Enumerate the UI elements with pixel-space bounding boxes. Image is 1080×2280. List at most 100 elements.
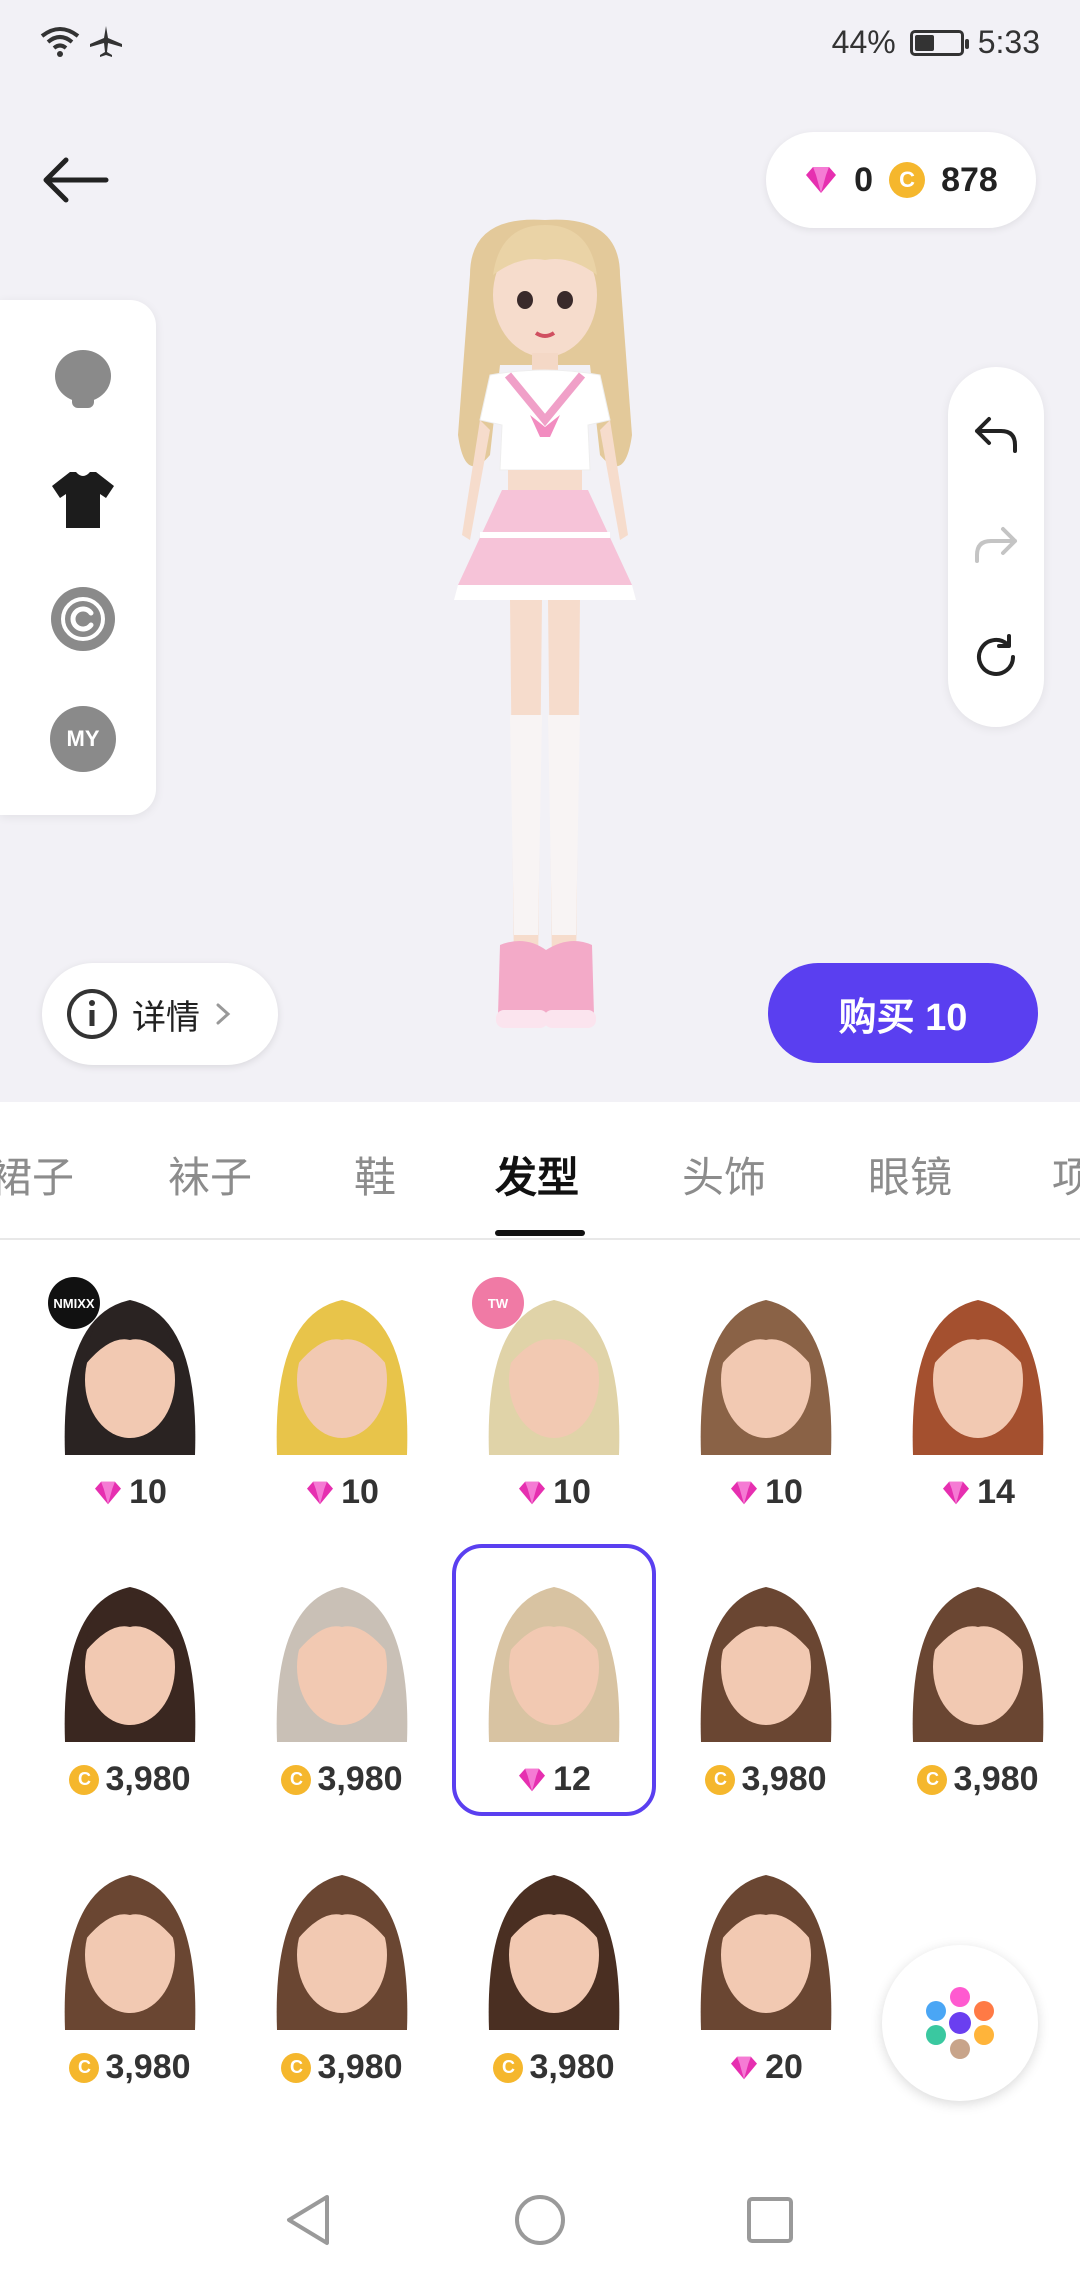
nav-home-button[interactable] xyxy=(510,2190,570,2250)
hair-item[interactable]: 14 xyxy=(878,1275,1078,1535)
clock: 5:33 xyxy=(977,24,1040,60)
price-value: 3,980 xyxy=(317,2048,403,2086)
hairstyle-thumbnail xyxy=(700,1587,832,1742)
redo-icon xyxy=(975,527,1017,563)
hair-item[interactable]: C 3,980 xyxy=(30,1562,230,1822)
status-right: 44% 5:33 xyxy=(832,24,1040,61)
avatar-preview[interactable] xyxy=(410,215,680,1065)
gem-icon xyxy=(731,1481,758,1504)
hairstyle-thumbnail xyxy=(276,1587,408,1742)
item-price: C 3,980 xyxy=(30,1760,230,1799)
back-button[interactable] xyxy=(40,140,140,220)
face-icon xyxy=(55,350,111,408)
tab-more[interactable]: 项 xyxy=(1052,1144,1080,1205)
hairstyle-thumbnail xyxy=(912,1587,1044,1742)
undo-icon xyxy=(975,417,1017,453)
tab-skirt[interactable]: 裙子 xyxy=(0,1144,74,1205)
gem-icon xyxy=(307,1481,334,1504)
price-value: 3,980 xyxy=(741,1760,827,1798)
price-value: 10 xyxy=(341,1473,379,1511)
reset-button[interactable] xyxy=(966,627,1026,687)
airplane-icon xyxy=(90,26,123,57)
hair-item[interactable]: 10 xyxy=(666,1275,866,1535)
clothing-category-button[interactable] xyxy=(50,466,116,532)
hair-item[interactable]: TW 10 xyxy=(454,1275,654,1535)
redo-button[interactable] xyxy=(966,515,1026,575)
status-bar: 44% 5:33 xyxy=(0,0,1080,90)
brand-category-button[interactable] xyxy=(50,586,116,652)
hair-item[interactable]: C 3,980 xyxy=(242,1850,442,2110)
item-price: C 3,980 xyxy=(30,2048,230,2087)
triangle-back-icon xyxy=(287,2195,329,2245)
battery-fill xyxy=(914,34,935,51)
reset-icon xyxy=(977,634,1015,676)
details-button[interactable]: 详情 xyxy=(42,963,278,1065)
item-price: 14 xyxy=(878,1473,1078,1512)
history-panel xyxy=(948,367,1044,727)
tab-headwear[interactable]: 头饰 xyxy=(682,1144,766,1205)
item-price: C 3,980 xyxy=(666,1760,866,1799)
hair-item[interactable]: C 3,980 xyxy=(666,1562,866,1822)
price-value: 14 xyxy=(977,1473,1015,1511)
active-tab-indicator xyxy=(495,1230,585,1236)
buy-button[interactable]: 购买 10 xyxy=(768,963,1038,1063)
price-value: 3,980 xyxy=(953,1760,1039,1798)
hairstyle-thumbnail xyxy=(700,1875,832,2030)
square-recents-icon xyxy=(747,2197,793,2243)
tab-shoes[interactable]: 鞋 xyxy=(354,1144,396,1205)
price-value: 10 xyxy=(553,1473,591,1511)
gem-icon xyxy=(943,1481,970,1504)
tab-hairstyle[interactable]: 发型 xyxy=(495,1144,579,1205)
battery-icon xyxy=(909,29,969,56)
tab-glasses[interactable]: 眼镜 xyxy=(868,1144,952,1205)
hair-item[interactable]: C 3,980 xyxy=(30,1850,230,2110)
price-value: 10 xyxy=(765,1473,803,1511)
color-palette-button[interactable] xyxy=(882,1945,1038,2101)
nav-recents-button[interactable] xyxy=(740,2190,800,2250)
details-label: 详情 xyxy=(132,998,200,1037)
my-category-button[interactable]: MY xyxy=(50,706,116,772)
item-price: C 3,980 xyxy=(242,2048,442,2087)
undo-button[interactable] xyxy=(966,405,1026,465)
category-tabs: 裙子 袜子 鞋 发型 头饰 眼镜 项 xyxy=(0,1102,1080,1240)
price-value: 10 xyxy=(129,1473,167,1511)
gem-icon xyxy=(806,167,837,193)
brand-badge: TW xyxy=(472,1277,524,1329)
hairstyle-thumbnail xyxy=(64,1587,196,1742)
coin-icon: C xyxy=(705,1764,736,1795)
face-category-button[interactable] xyxy=(50,346,116,412)
hair-item[interactable]: 20 xyxy=(666,1850,866,2110)
gem-icon xyxy=(95,1481,122,1504)
price-value: 3,980 xyxy=(529,2048,615,2086)
gem-icon xyxy=(519,1481,546,1504)
hair-item[interactable]: NMIXX 10 xyxy=(30,1275,230,1535)
coin-icon: C xyxy=(493,2052,524,2083)
item-price: 10 xyxy=(30,1473,230,1512)
item-price: 10 xyxy=(242,1473,442,1512)
system-nav-bar xyxy=(0,2150,1080,2280)
copyright-icon xyxy=(51,587,115,651)
circle-home-icon xyxy=(515,2195,565,2245)
item-price: 12 xyxy=(454,1760,654,1799)
hair-item[interactable]: C 3,980 xyxy=(878,1562,1078,1822)
coin-icon: C xyxy=(281,1764,312,1795)
tab-socks[interactable]: 袜子 xyxy=(168,1144,252,1205)
price-value: 3,980 xyxy=(105,2048,191,2086)
status-left-icons xyxy=(40,24,124,66)
coin-icon: C xyxy=(917,1764,948,1795)
coin-icon: C xyxy=(281,2052,312,2083)
item-price: 10 xyxy=(666,1473,866,1512)
gem-icon xyxy=(731,2056,758,2079)
hairstyle-thumbnail xyxy=(912,1300,1044,1455)
item-price: C 3,980 xyxy=(242,1760,442,1799)
my-icon: MY xyxy=(50,706,116,772)
nav-back-button[interactable] xyxy=(278,2190,338,2250)
coin-icon: C xyxy=(889,162,926,198)
wallet-pill[interactable]: 0 C 878 xyxy=(766,132,1036,228)
hair-item[interactable]: 10 xyxy=(242,1275,442,1535)
hair-item[interactable]: 12 xyxy=(452,1544,656,1822)
hair-item[interactable]: C 3,980 xyxy=(242,1562,442,1822)
hairstyle-thumbnail xyxy=(64,1875,196,2030)
hair-item[interactable]: C 3,980 xyxy=(454,1850,654,2110)
gem-icon xyxy=(519,1768,546,1791)
